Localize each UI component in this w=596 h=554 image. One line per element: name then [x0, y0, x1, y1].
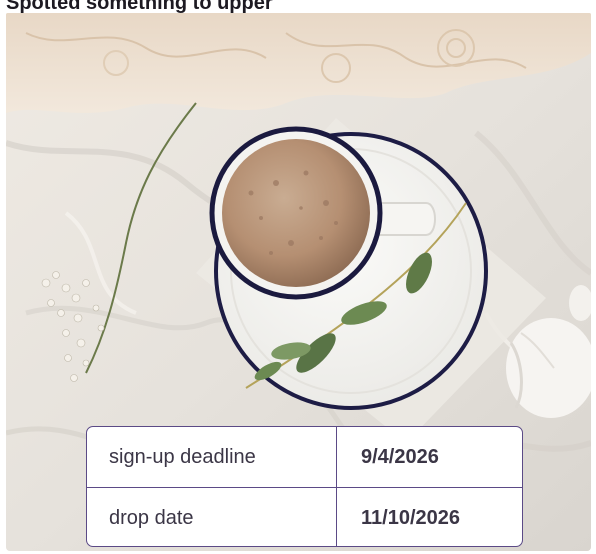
- event-card: Spotted something to upper sign-up deadl…: [0, 0, 596, 554]
- table-row: sign-up deadline 9/4/2026: [87, 427, 522, 487]
- drop-date-label: drop date: [87, 488, 337, 546]
- signup-deadline-label: sign-up deadline: [87, 427, 337, 487]
- table-row: drop date 11/10/2026: [87, 487, 522, 546]
- drop-date-value: 11/10/2026: [361, 507, 460, 529]
- signup-deadline-value: 9/4/2026: [361, 446, 439, 468]
- schedule-table: sign-up deadline 9/4/2026 drop date 11/1…: [86, 426, 523, 547]
